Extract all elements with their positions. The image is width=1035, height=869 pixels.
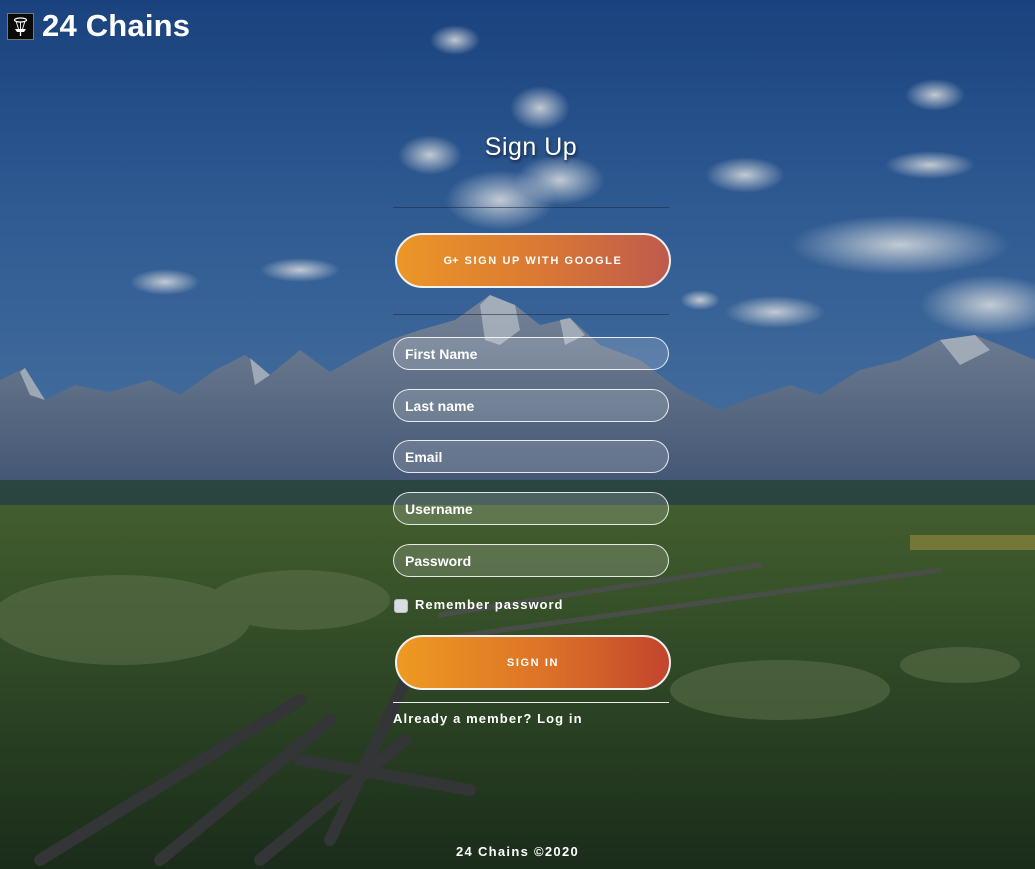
remember-password[interactable]: Remember password (394, 596, 564, 613)
sign-in-label: SIGN IN (506, 656, 560, 669)
divider (393, 702, 669, 703)
brand-name: 24 Chains (42, 8, 191, 43)
password-field[interactable] (393, 544, 669, 577)
background-landscape (0, 0, 1035, 869)
username-field[interactable] (393, 492, 669, 525)
page-title: Sign Up (484, 133, 578, 161)
email-field[interactable] (393, 440, 669, 473)
login-link[interactable]: Already a member? Log in (393, 711, 583, 726)
google-plus-icon: G+ (443, 254, 459, 267)
first-name-field[interactable] (393, 337, 669, 370)
google-signup-button[interactable]: G+ SIGN UP WITH GOOGLE (395, 233, 671, 288)
remember-checkbox[interactable] (394, 599, 408, 613)
disc-golf-basket-icon (7, 12, 34, 40)
divider (393, 314, 669, 315)
sign-in-button[interactable]: SIGN IN (395, 635, 671, 690)
last-name-field[interactable] (393, 389, 669, 422)
remember-label: Remember password (415, 597, 564, 612)
google-signup-label: SIGN UP WITH GOOGLE (464, 254, 623, 267)
footer-text: 24 Chains ©2020 (455, 844, 580, 859)
divider (393, 207, 669, 208)
brand[interactable]: 24 Chains (7, 9, 190, 43)
